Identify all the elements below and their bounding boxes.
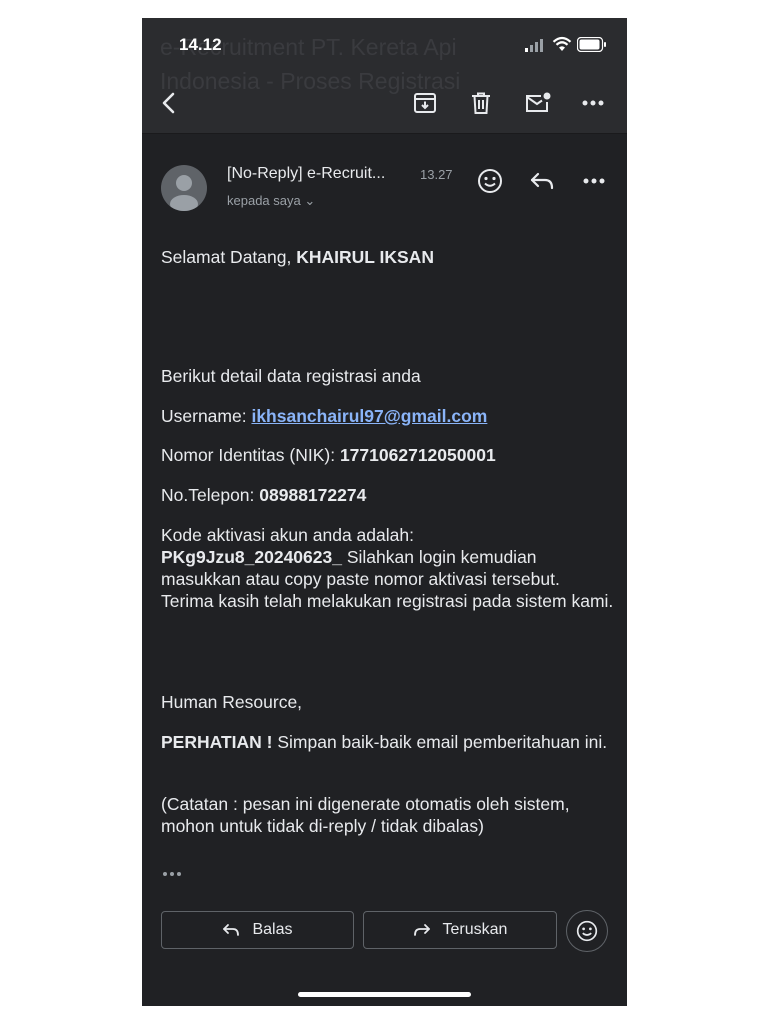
greeting: Selamat Datang, KHAIRUL IKSAN	[161, 247, 434, 267]
activation-code: PKg9Jzu8_20240623_	[161, 547, 342, 567]
message-more-button[interactable]	[578, 165, 610, 197]
nik-value: 1771062712050001	[339, 445, 496, 465]
forward-icon	[413, 924, 430, 936]
archive-button[interactable]	[410, 88, 440, 118]
smiley-icon	[576, 920, 598, 942]
message-header: [No-Reply] e-Recruit... 13.27 kepada say…	[142, 153, 627, 223]
auto-note: (Catatan : pesan ini digenerate otomatis…	[161, 794, 570, 836]
phone-line: No.Telepon: 08988172274	[161, 485, 367, 505]
reply-button[interactable]	[526, 165, 558, 197]
wifi-icon	[552, 36, 572, 51]
signal-icon	[525, 39, 543, 52]
mark-unread-icon	[526, 92, 551, 112]
battery-icon	[577, 37, 606, 52]
emoji-react-button[interactable]	[474, 165, 506, 197]
emoji-reaction-button[interactable]	[566, 910, 608, 952]
ellipsis-icon	[163, 872, 181, 876]
reply-icon	[530, 172, 554, 190]
forward-label: Teruskan	[442, 921, 508, 938]
status-icons	[525, 36, 607, 54]
forward-action-button[interactable]: Teruskan	[363, 911, 557, 949]
delete-button[interactable]	[466, 88, 496, 118]
archive-icon	[414, 93, 436, 113]
reply-label: Balas	[252, 921, 293, 938]
reply-icon	[223, 924, 240, 936]
activation-paragraph: Kode aktivasi akun anda adalah: PKg9Jzu8_…	[161, 525, 614, 611]
smiley-icon	[478, 169, 502, 193]
status-time: 14.12	[179, 35, 222, 54]
more-options-button[interactable]	[578, 88, 608, 118]
recipient-toggle[interactable]: kepada saya ⌄	[227, 193, 315, 209]
phone-value: 08988172274	[259, 485, 367, 505]
warning-text: PERHATIAN ! Simpan baik-baik email pembe…	[161, 732, 608, 752]
recipient-name: KHAIRUL IKSAN	[296, 247, 434, 267]
top-toolbar: e-Recruitment PT. Kereta Api Indonesia -…	[142, 18, 627, 134]
more-icon	[583, 178, 605, 184]
mark-unread-button[interactable]	[523, 88, 553, 118]
avatar	[161, 165, 207, 211]
more-icon	[582, 100, 604, 106]
username-email-link[interactable]: ikhsanchairul97@gmail.com	[251, 406, 487, 426]
signature: Human Resource,	[161, 692, 303, 712]
back-icon	[162, 92, 175, 114]
intro-text: Berikut detail data registrasi anda	[161, 366, 421, 386]
email-screen: e-Recruitment PT. Kereta Api Indonesia -…	[142, 18, 627, 1006]
sender-name[interactable]: [No-Reply] e-Recruit...	[227, 165, 385, 183]
username-line: Username: ikhsanchairul97@gmail.com	[161, 406, 488, 426]
person-icon	[170, 175, 198, 211]
home-indicator[interactable]	[298, 992, 471, 997]
nik-line: Nomor Identitas (NIK): 1771062712050001	[161, 445, 496, 465]
back-button[interactable]	[154, 88, 184, 118]
show-trimmed-content-button[interactable]	[162, 864, 184, 882]
message-time: 13.27	[420, 167, 453, 182]
reply-action-button[interactable]: Balas	[161, 911, 354, 949]
delete-icon	[472, 92, 490, 114]
